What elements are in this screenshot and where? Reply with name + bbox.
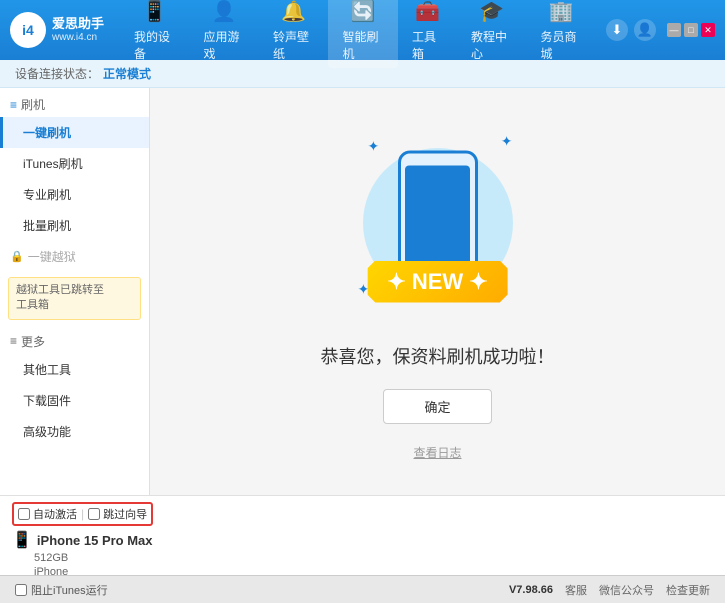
footer-version: V7.98.66 <box>509 584 553 596</box>
logo-area: i4 爱思助手 www.i4.cn <box>10 12 120 48</box>
itunes-row: 阻止iTunes运行 <box>15 582 108 598</box>
success-title: 恭喜您，保资料刷机成功啦！ <box>321 343 555 369</box>
device-name: iPhone 15 Pro Max <box>37 533 153 548</box>
device-info: 📱 iPhone 15 Pro Max 512GB iPhone <box>12 530 153 578</box>
sidebar-item-other-tools[interactable]: 其他工具 <box>0 354 149 385</box>
sidebar-item-one-click-flash[interactable]: 一键刷机 <box>0 117 149 148</box>
status-prefix: 设备连接状态： <box>15 65 99 82</box>
auto-activate-cb-item: 自动激活 <box>18 506 77 522</box>
sidebar-item-itunes-flash[interactable]: iTunes刷机 <box>0 148 149 179</box>
sidebar-item-advanced[interactable]: 高级功能 <box>0 416 149 447</box>
auto-activate-label: 自动激活 <box>33 506 77 522</box>
top-right-actions: ⬇ 👤 — □ ✕ <box>606 19 715 41</box>
footer-customer-service[interactable]: 客服 <box>565 582 587 598</box>
phone-screen <box>405 165 470 265</box>
download-icon[interactable]: ⬇ <box>606 19 628 41</box>
footer-right: V7.98.66 客服 微信公众号 检查更新 <box>509 582 710 598</box>
nav-smart-flash[interactable]: 🔄 智能刷机 <box>328 0 397 68</box>
flash-section-icon: ≡ <box>10 98 17 112</box>
time-guide-cb-item: 跳过向导 <box>88 506 147 522</box>
window-controls: — □ ✕ <box>667 23 715 37</box>
footer: 阻止iTunes运行 V7.98.66 客服 微信公众号 检查更新 <box>0 575 725 603</box>
status-value: 正常模式 <box>103 65 151 82</box>
flash-section-header: ≡ 刷机 <box>0 88 149 117</box>
block-itunes-label: 阻止iTunes运行 <box>31 582 108 598</box>
ringtone-icon: 🔔 <box>281 0 306 24</box>
nav-apps-games[interactable]: 👤 应用游戏 <box>189 0 258 68</box>
toolbox-icon: 🧰 <box>415 0 440 24</box>
nav-ringtone[interactable]: 🔔 铃声壁纸 <box>259 0 328 68</box>
jailbreak-notice: 越狱工具已跳转至工具箱 <box>8 277 141 320</box>
time-guide-label: 跳过向导 <box>103 506 147 522</box>
brand-name: 爱思助手 <box>52 16 104 32</box>
view-log-button[interactable]: 查看日志 <box>413 444 461 461</box>
auto-activate-checkbox[interactable] <box>18 508 30 520</box>
new-banner: ✦ NEW ✦ <box>367 261 507 303</box>
nav-tutorial[interactable]: 🎓 教程中心 <box>457 0 526 68</box>
smart-flash-icon: 🔄 <box>351 0 376 24</box>
footer-check-update[interactable]: 检查更新 <box>666 582 710 598</box>
nav-items: 📱 我的设备 👤 应用游戏 🔔 铃声壁纸 🔄 智能刷机 🧰 工具箱 🎓 教程中心… <box>120 0 596 68</box>
maximize-button[interactable]: □ <box>684 23 698 37</box>
more-section-header: ≡ 更多 <box>0 325 149 354</box>
auto-activate-section: 自动激活 | 跳过向导 📱 iPhone 15 Pro Max 512GB iP… <box>12 502 153 578</box>
flash-section-label: 刷机 <box>21 96 45 113</box>
device-storage: 512GB <box>12 552 153 564</box>
confirm-button[interactable]: 确定 <box>383 389 491 424</box>
more-section-icon: ≡ <box>10 334 17 348</box>
apps-games-icon: 👤 <box>212 0 237 24</box>
time-guide-checkbox[interactable] <box>88 508 100 520</box>
my-device-icon: 📱 <box>142 0 167 24</box>
device-bar: 自动激活 | 跳过向导 📱 iPhone 15 Pro Max 512GB iP… <box>0 495 725 575</box>
new-banner-star-right: ✦ <box>469 269 487 294</box>
footer-wechat-public[interactable]: 微信公众号 <box>599 582 654 598</box>
user-icon[interactable]: 👤 <box>634 19 656 41</box>
block-itunes-checkbox[interactable] <box>15 584 27 596</box>
sidebar: ≡ 刷机 一键刷机 iTunes刷机 专业刷机 批量刷机 🔒 一键越狱 越狱工具… <box>0 88 150 495</box>
device-type: iPhone <box>12 566 153 578</box>
footer-left: 阻止iTunes运行 <box>15 582 494 598</box>
minimize-button[interactable]: — <box>667 23 681 37</box>
service-icon: 🏢 <box>549 0 574 24</box>
sidebar-item-batch-flash[interactable]: 批量刷机 <box>0 210 149 241</box>
nav-my-device[interactable]: 📱 我的设备 <box>120 0 189 68</box>
checkbox-row: 自动激活 | 跳过向导 <box>12 502 153 526</box>
sparkle-icon-2: ✦ <box>501 133 513 150</box>
sidebar-disabled-jailbreak: 🔒 一键越狱 <box>0 241 149 272</box>
more-section-label: 更多 <box>21 333 45 350</box>
main-layout: ≡ 刷机 一键刷机 iTunes刷机 专业刷机 批量刷机 🔒 一键越狱 越狱工具… <box>0 88 725 495</box>
device-phone-icon: 📱 <box>12 530 32 550</box>
content-area: ✦ ✦ ✦ ✦ NEW ✦ 恭喜您，保资料刷机成功啦！ 确定 查看日志 <box>150 88 725 495</box>
nav-service[interactable]: 🏢 务员商城 <box>527 0 596 68</box>
success-illustration: ✦ ✦ ✦ ✦ NEW ✦ <box>348 123 528 323</box>
nav-toolbox[interactable]: 🧰 工具箱 <box>398 0 457 68</box>
brand-url: www.i4.cn <box>52 32 104 44</box>
sparkle-icon-1: ✦ <box>368 138 380 155</box>
sidebar-item-download-firmware[interactable]: 下载固件 <box>0 385 149 416</box>
logo-icon: i4 <box>10 12 46 48</box>
new-banner-star-left: ✦ <box>387 269 405 294</box>
device-name-row: 📱 iPhone 15 Pro Max <box>12 530 153 550</box>
sidebar-item-pro-flash[interactable]: 专业刷机 <box>0 179 149 210</box>
tutorial-icon: 🎓 <box>479 0 504 24</box>
top-bar: i4 爱思助手 www.i4.cn 📱 我的设备 👤 应用游戏 🔔 铃声壁纸 🔄… <box>0 0 725 60</box>
lock-icon: 🔒 <box>10 250 24 263</box>
close-button[interactable]: ✕ <box>701 23 715 37</box>
